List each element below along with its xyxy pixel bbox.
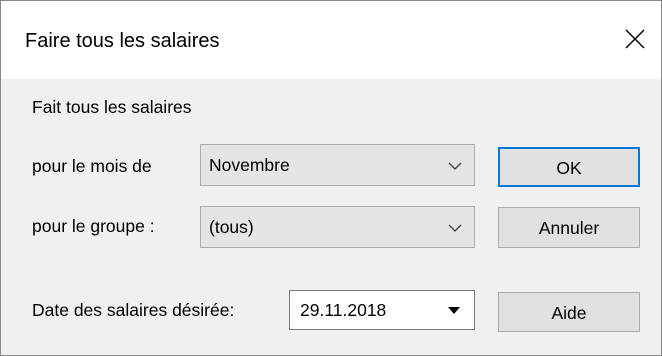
month-label: pour le mois de xyxy=(32,156,152,176)
close-icon xyxy=(625,29,645,49)
close-button[interactable] xyxy=(613,17,657,61)
group-label: pour le groupe : xyxy=(32,216,155,236)
group-select[interactable]: (tous) xyxy=(200,206,475,248)
window-title: Faire tous les salaires xyxy=(25,30,220,52)
month-select-value: Novembre xyxy=(209,155,290,175)
cancel-button-label: Annuler xyxy=(538,218,600,238)
month-select[interactable]: Novembre xyxy=(200,144,475,186)
chevron-down-icon xyxy=(448,220,462,238)
title-bar: Faire tous les salaires xyxy=(1,1,661,79)
cancel-button[interactable]: Annuler xyxy=(498,207,640,248)
help-button[interactable]: Aide xyxy=(498,292,640,332)
date-picker[interactable]: 29.11.2018 xyxy=(289,290,475,330)
chevron-down-icon xyxy=(448,158,462,176)
dialog-window: Faire tous les salaires Fait tous les sa… xyxy=(0,0,662,356)
date-label: Date des salaires désirée: xyxy=(32,300,235,320)
help-button-label: Aide xyxy=(551,303,587,323)
dropdown-arrow-icon xyxy=(448,307,460,314)
group-select-value: (tous) xyxy=(209,217,254,237)
dialog-heading: Fait tous les salaires xyxy=(32,97,192,117)
ok-button-label: OK xyxy=(556,158,582,178)
ok-button[interactable]: OK xyxy=(498,147,640,187)
date-picker-value: 29.11.2018 xyxy=(300,300,387,320)
